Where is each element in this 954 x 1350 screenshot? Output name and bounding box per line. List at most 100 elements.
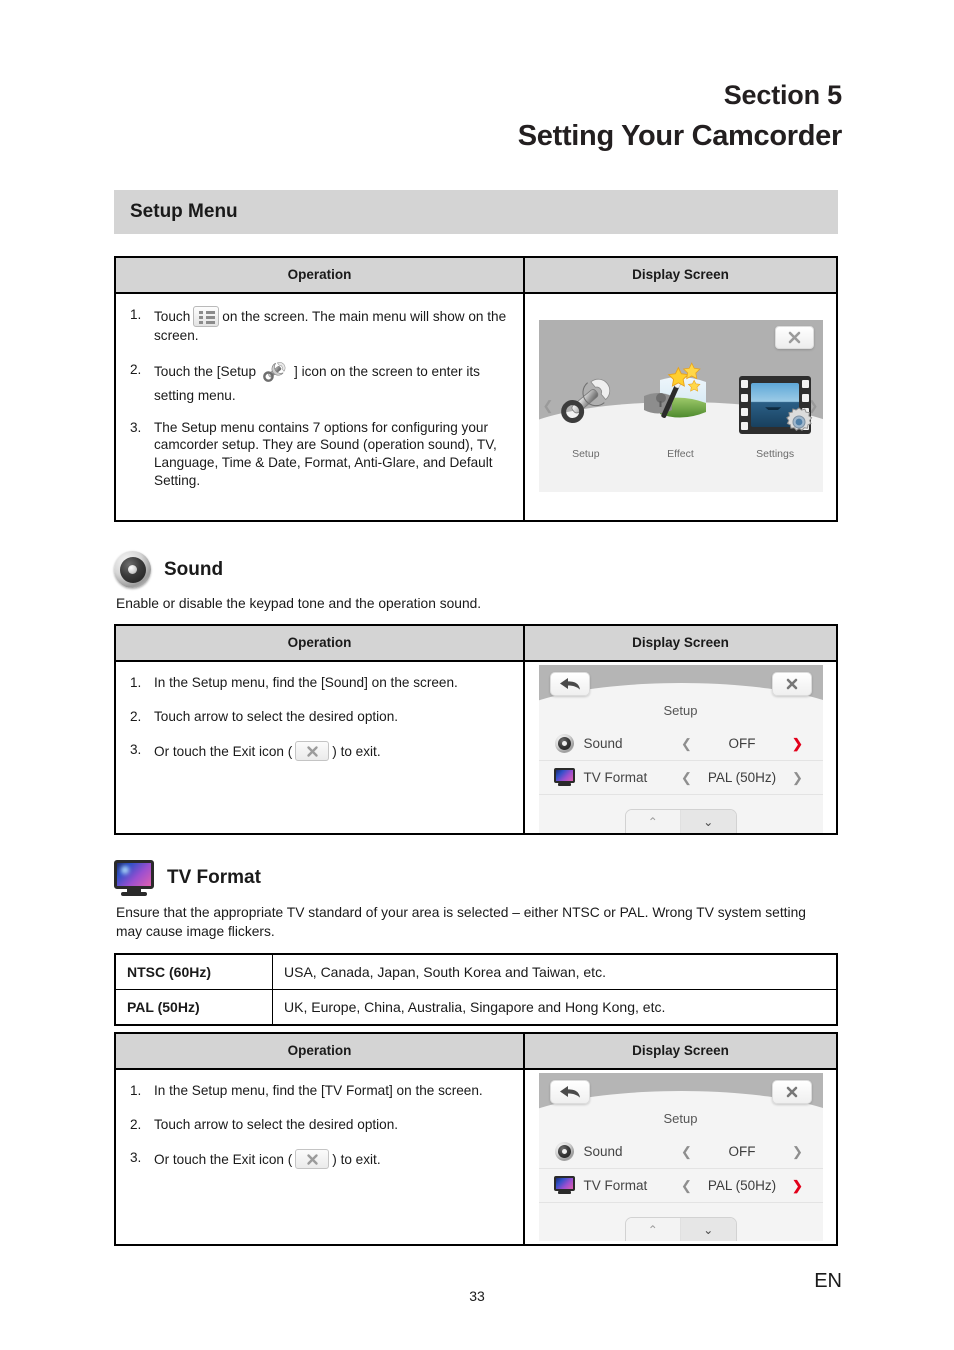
setting-rows: Sound ❮ OFF ❯ TV Format ❮ PAL (50Hz) ❯ <box>538 1135 823 1203</box>
speaker-icon <box>553 734 577 753</box>
setting-rows: Sound ❮ OFF ❯ TV Format ❮ PAL (50Hz) ❯ <box>538 727 823 795</box>
list-item: 1. In the Setup menu, find the [Sound] o… <box>128 674 513 692</box>
step-text-before: Or touch the Exit icon ( <box>154 1152 293 1168</box>
page-title: Setting Your Camcorder <box>517 120 843 152</box>
table-row: PAL (50Hz) UK, Europe, China, Australia,… <box>116 990 836 1024</box>
step-number: 1. <box>130 1083 142 1098</box>
section-label: Section 5 <box>723 80 842 110</box>
chevron-left-icon[interactable]: ❮ <box>676 770 698 786</box>
menu-item-settings[interactable]: Settings <box>732 354 818 460</box>
main-menu-screenshot: ❮ ❯ Setup Effect Settings <box>538 320 823 492</box>
menu-item-label: Settings <box>756 448 795 460</box>
table-body-row: 1. In the Setup menu, find the [Sound] o… <box>116 662 836 833</box>
display-screen-cell: Setup Sound ❮ OFF ❯ TV Format ❮ PAL (50H… <box>525 662 836 833</box>
tv-format-section-title: TV Format <box>167 867 261 888</box>
step-number: 2. <box>130 361 142 377</box>
list-item: 2. Touch the [Setup] icon on the screen … <box>128 361 513 405</box>
chevron-left-icon[interactable]: ❮ <box>676 736 698 752</box>
filmstrip-icon <box>739 376 813 434</box>
operation-cell: 1. In the Setup menu, find the [TV Forma… <box>116 1070 525 1244</box>
column-header-display-screen: Display Screen <box>632 1043 729 1058</box>
step-text: In the Setup menu, find the [Sound] on t… <box>154 675 458 690</box>
screen-title: Setup <box>663 1111 698 1126</box>
scroll-down-icon[interactable]: ⌄ <box>681 1218 736 1241</box>
operation-cell: 1. In the Setup menu, find the [Sound] o… <box>116 662 525 833</box>
display-screen-cell: Setup Sound ❮ OFF ❯ TV Format ❮ PAL (50H… <box>525 1070 836 1244</box>
operation-steps: 1. In the Setup menu, find the [TV Forma… <box>128 1082 513 1170</box>
sound-table: Operation Display Screen 1. In the Setup… <box>114 624 838 835</box>
scroll-nav[interactable]: ⌃ ⌄ <box>624 809 737 833</box>
list-item: 1. In the Setup menu, find the [TV Forma… <box>128 1082 513 1100</box>
standard-name: PAL (50Hz) <box>116 990 273 1024</box>
step-number: 3. <box>130 742 142 758</box>
scroll-down-icon[interactable]: ⌄ <box>681 810 736 833</box>
step-number: 1. <box>130 675 142 690</box>
operation-steps: 1. In the Setup menu, find the [Sound] o… <box>128 674 513 762</box>
tv-format-table: Operation Display Screen 1. In the Setup… <box>114 1032 838 1246</box>
table-body-row: 1. Touch on the screen. The main menu wil… <box>116 294 836 520</box>
film-holes-left <box>741 380 749 430</box>
column-header-operation: Operation <box>116 258 525 292</box>
operation-cell: 1. Touch on the screen. The main menu wil… <box>116 294 525 520</box>
tv-icon <box>553 1176 577 1195</box>
exit-icon <box>295 741 330 762</box>
close-icon[interactable] <box>771 1080 812 1104</box>
speaker-dome <box>128 565 137 574</box>
list-item: 1. Touch on the screen. The main menu wil… <box>128 306 513 345</box>
step-text-after: ) to exit. <box>332 744 381 760</box>
page-header: Section 5 Setting Your Camcorder <box>0 78 843 156</box>
close-icon[interactable] <box>771 672 812 696</box>
scroll-up-icon[interactable]: ⌃ <box>625 810 681 833</box>
tv-screen <box>114 860 154 889</box>
tv-icon <box>553 768 577 787</box>
step-text: Touch arrow to select the desired option… <box>154 1116 399 1132</box>
table-header-row: Operation Display Screen <box>116 1034 836 1070</box>
display-screen-cell: ❮ ❯ Setup Effect Settings <box>525 294 836 520</box>
step-text-before: Or touch the Exit icon ( <box>154 744 293 760</box>
step-text-before: Touch the [Setup <box>154 363 257 379</box>
main-menu-items: Setup Effect Settings <box>539 354 823 460</box>
setting-value: PAL (50Hz) <box>707 1178 777 1193</box>
list-item: 3. Or touch the Exit icon ( ) to exit. <box>128 741 513 762</box>
close-icon[interactable] <box>774 326 814 349</box>
list-item: 2. Touch arrow to select the desired opt… <box>128 1116 513 1134</box>
tv-format-section-heading: TV Format <box>114 860 261 896</box>
scroll-nav[interactable]: ⌃ ⌄ <box>624 1217 737 1241</box>
scroll-up-icon[interactable]: ⌃ <box>625 1218 681 1241</box>
speaker-icon <box>114 551 151 588</box>
setting-row-sound[interactable]: Sound ❮ OFF ❯ <box>538 727 823 761</box>
setting-row-tv-format[interactable]: TV Format ❮ PAL (50Hz) ❯ <box>538 761 823 795</box>
step-number: 2. <box>130 1116 142 1132</box>
wrench-icon <box>543 354 629 434</box>
chevron-left-icon[interactable]: ❮ <box>676 1178 698 1194</box>
chevron-left-icon[interactable]: ❮ <box>676 1144 698 1160</box>
column-header-display-screen: Display Screen <box>632 267 729 282</box>
list-item: 3. Or touch the Exit icon () to exit. <box>128 1149 513 1170</box>
standard-regions: USA, Canada, Japan, South Korea and Taiw… <box>284 964 606 980</box>
tv-standards-table: NTSC (60Hz) USA, Canada, Japan, South Ko… <box>114 953 838 1026</box>
column-header-display-screen: Display Screen <box>632 635 729 650</box>
chevron-right-icon[interactable]: ❯ <box>787 770 809 786</box>
setting-row-tv-format[interactable]: TV Format ❮ PAL (50Hz) ❯ <box>538 1169 823 1203</box>
table-body-row: 1. In the Setup menu, find the [TV Forma… <box>116 1070 836 1244</box>
step-text: Touch arrow to select the desired option… <box>154 708 399 724</box>
back-arrow-icon[interactable] <box>549 1080 590 1104</box>
chevron-right-icon[interactable]: ❯ <box>787 1144 809 1160</box>
menu-item-setup[interactable]: Setup <box>543 354 629 460</box>
menu-item-effect[interactable]: Effect <box>637 354 723 460</box>
menu-list-icon <box>193 306 220 327</box>
chevron-right-icon[interactable]: ❯ <box>787 736 809 752</box>
setting-row-sound[interactable]: Sound ❮ OFF ❯ <box>538 1135 823 1169</box>
setting-label: Sound <box>583 1144 623 1159</box>
column-header-operation: Operation <box>116 1034 525 1068</box>
column-header-operation: Operation <box>116 626 525 660</box>
table-header-row: Operation Display Screen <box>116 258 836 294</box>
tv-icon <box>114 860 154 896</box>
screen-title: Setup <box>663 703 698 718</box>
setting-value: PAL (50Hz) <box>707 770 777 785</box>
table-header-row: Operation Display Screen <box>116 626 836 662</box>
back-arrow-icon[interactable] <box>549 672 590 696</box>
page-number: 33 <box>469 1288 485 1304</box>
operation-steps: 1. Touch on the screen. The main menu wil… <box>128 306 513 489</box>
chevron-right-icon[interactable]: ❯ <box>787 1178 809 1194</box>
